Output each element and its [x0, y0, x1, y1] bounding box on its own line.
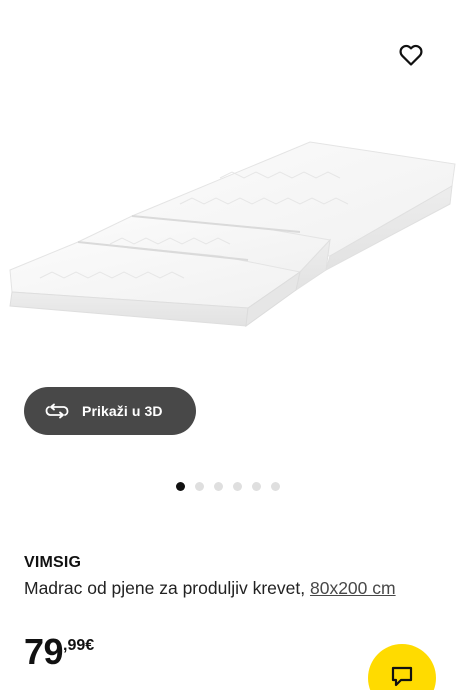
product-description-text: Madrac od pjene za produljiv krevet, [24, 578, 310, 598]
carousel-dot[interactable] [214, 481, 223, 491]
carousel-dot[interactable] [252, 481, 261, 491]
image-carousel-indicator [176, 481, 290, 491]
view-3d-button[interactable]: Prikaži u 3D [24, 387, 196, 435]
wishlist-button[interactable] [392, 36, 430, 74]
product-price: 79 ,99€ [24, 632, 94, 672]
price-decimal: ,99€ [63, 637, 95, 654]
product-size-link[interactable]: 80x200 cm [310, 578, 396, 598]
carousel-dot[interactable] [176, 481, 185, 491]
carousel-dot[interactable] [271, 481, 280, 491]
price-integer: 79 [24, 631, 64, 672]
chat-bubble-icon [391, 666, 413, 687]
heart-outline-icon [399, 44, 423, 66]
carousel-dot[interactable] [195, 481, 204, 491]
carousel-dot[interactable] [233, 481, 242, 491]
chat-button[interactable] [368, 644, 436, 690]
product-image[interactable] [0, 120, 459, 350]
product-description: Madrac od pjene za produljiv krevet, 80x… [24, 577, 434, 600]
mattress-illustration [9, 141, 456, 328]
rotate-360-icon [44, 402, 70, 420]
product-name: VIMSIG [24, 554, 82, 571]
view-3d-label: Prikaži u 3D [82, 403, 163, 419]
